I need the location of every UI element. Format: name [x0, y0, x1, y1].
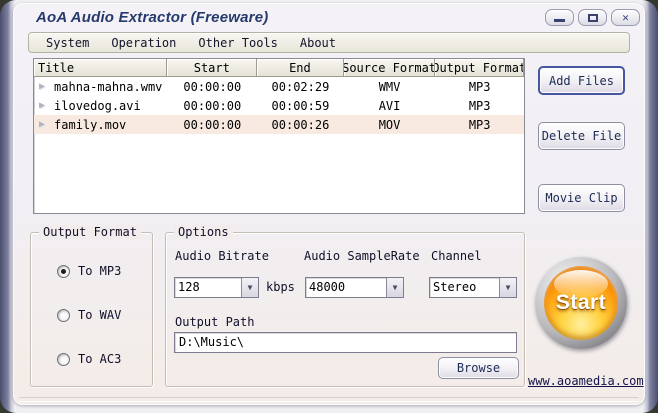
- file-list-header: Title Start End Source Format Output For…: [34, 59, 524, 77]
- column-header-source-format[interactable]: Source Format: [344, 59, 436, 77]
- play-icon: ▶: [39, 82, 45, 92]
- radio-label: To AC3: [78, 352, 121, 366]
- audio-samplerate-select[interactable]: 48000 ▼: [305, 277, 404, 298]
- audio-bitrate-value: 128: [175, 278, 241, 297]
- chevron-down-icon[interactable]: ▼: [241, 278, 258, 297]
- app-window: AoA Audio Extractor (Freeware) ✕ System …: [13, 3, 645, 405]
- movie-clip-button[interactable]: Movie Clip: [538, 184, 625, 212]
- table-row-selected[interactable]: ▶ family.mov 00:00:00 00:00:26 MOV MP3: [34, 115, 524, 134]
- window-title: AoA Audio Extractor (Freeware): [36, 9, 268, 26]
- play-icon: ▶: [39, 120, 45, 130]
- delete-file-button[interactable]: Delete File: [538, 122, 625, 150]
- radio-button-icon: [57, 353, 70, 366]
- window-skin-frame: AoA Audio Extractor (Freeware) ✕ System …: [0, 0, 658, 413]
- file-name: ilovedog.avi: [54, 99, 141, 113]
- table-row[interactable]: ▶ mahna-mahna.wmv 00:00:00 00:02:29 WMV …: [34, 77, 524, 96]
- start-button-ring: Start: [535, 257, 627, 349]
- maximize-icon: [588, 14, 598, 22]
- audio-bitrate-select[interactable]: 128 ▼: [174, 277, 259, 298]
- cell-end: 00:00:26: [257, 118, 344, 132]
- play-icon: ▶: [39, 101, 45, 111]
- cell-title: ▶ ilovedog.avi: [34, 99, 167, 113]
- chevron-down-icon[interactable]: ▼: [386, 278, 403, 297]
- radio-label: To WAV: [78, 308, 121, 322]
- add-files-button[interactable]: Add Files: [538, 66, 625, 95]
- audio-samplerate-label: Audio SampleRate: [304, 249, 420, 263]
- minimize-icon: [554, 19, 565, 22]
- table-row[interactable]: ▶ ilovedog.avi 00:00:00 00:00:59 AVI MP3: [34, 96, 524, 115]
- cell-source-format: AVI: [344, 99, 436, 113]
- audio-samplerate-value: 48000: [306, 278, 386, 297]
- audio-bitrate-label: Audio Bitrate: [175, 249, 269, 263]
- menu-item-other-tools[interactable]: Other Tools: [198, 36, 277, 50]
- cell-source-format: WMV: [344, 80, 436, 94]
- browse-button[interactable]: Browse: [438, 357, 519, 379]
- cell-title: ▶ mahna-mahna.wmv: [34, 80, 167, 94]
- menu-item-about[interactable]: About: [300, 36, 336, 50]
- file-name: family.mov: [54, 118, 126, 132]
- website-link[interactable]: www.aoamedia.com: [528, 374, 644, 388]
- output-path-input[interactable]: D:\Music\: [174, 332, 517, 353]
- radio-to-wav[interactable]: To WAV: [57, 307, 121, 323]
- radio-to-ac3[interactable]: To AC3: [57, 351, 121, 367]
- cell-start: 00:00:00: [167, 118, 257, 132]
- cell-start: 00:00:00: [167, 99, 257, 113]
- menu-bar: System Operation Other Tools About: [28, 32, 630, 53]
- channel-select[interactable]: Stereo ▼: [429, 277, 517, 298]
- kbps-unit-label: kbps: [266, 280, 295, 294]
- menu-item-system[interactable]: System: [46, 36, 89, 50]
- cell-output-format: MP3: [435, 118, 524, 132]
- radio-button-icon: [57, 265, 70, 278]
- column-header-end[interactable]: End: [257, 59, 344, 77]
- cell-end: 00:00:59: [257, 99, 344, 113]
- start-button-face: Start: [544, 266, 618, 340]
- column-header-title[interactable]: Title: [34, 59, 167, 77]
- start-button-label: Start: [556, 291, 606, 315]
- cell-title: ▶ family.mov: [34, 118, 167, 132]
- minimize-button[interactable]: [545, 9, 574, 26]
- radio-to-mp3[interactable]: To MP3: [57, 263, 121, 279]
- file-list: Title Start End Source Format Output For…: [33, 58, 525, 214]
- start-button[interactable]: Start: [535, 257, 627, 349]
- maximize-button[interactable]: [578, 9, 607, 26]
- channel-label: Channel: [431, 249, 482, 263]
- cell-start: 00:00:00: [167, 80, 257, 94]
- close-icon: ✕: [622, 12, 629, 23]
- cell-output-format: MP3: [435, 99, 524, 113]
- file-name: mahna-mahna.wmv: [54, 80, 162, 94]
- menu-item-operation[interactable]: Operation: [111, 36, 176, 50]
- output-format-group-label: Output Format: [39, 225, 141, 239]
- radio-button-icon: [57, 309, 70, 322]
- options-group: Options Audio Bitrate Audio SampleRate C…: [165, 232, 525, 387]
- radio-label: To MP3: [78, 264, 121, 278]
- channel-value: Stereo: [430, 278, 499, 297]
- close-button[interactable]: ✕: [611, 9, 640, 26]
- output-format-group: Output Format To MP3 To WAV To AC3: [30, 232, 153, 387]
- cell-source-format: MOV: [344, 118, 436, 132]
- column-header-start[interactable]: Start: [167, 59, 257, 77]
- cell-end: 00:02:29: [257, 80, 344, 94]
- chevron-down-icon[interactable]: ▼: [499, 278, 516, 297]
- cell-output-format: MP3: [435, 80, 524, 94]
- output-path-label: Output Path: [175, 315, 254, 329]
- options-group-label: Options: [174, 225, 233, 239]
- column-header-output-format[interactable]: Output Format: [435, 59, 524, 77]
